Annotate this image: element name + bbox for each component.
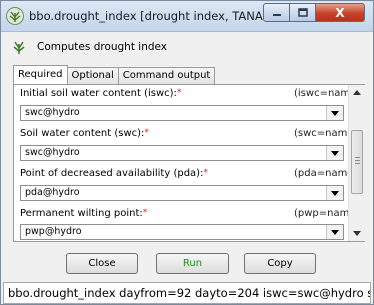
required-mark: *: [203, 168, 208, 178]
command-line-text: bbo.drought_index dayfrom=92 dayto=204 i…: [8, 286, 371, 300]
grass-app-icon: [6, 7, 24, 25]
iswc-value: swc@hydro: [25, 107, 80, 118]
required-mark: *: [142, 208, 148, 218]
close-icon: X: [335, 5, 345, 20]
run-button[interactable]: Run: [156, 253, 229, 274]
maximize-icon: [297, 8, 308, 17]
module-dialog-window: bbo.drought_index [drought index, TANABB…: [0, 0, 374, 305]
minimize-icon: [272, 13, 281, 16]
minimize-button[interactable]: [263, 3, 290, 22]
copy-button[interactable]: Copy: [244, 253, 316, 274]
panel-scrollbar[interactable]: [348, 85, 365, 241]
scroll-up-icon[interactable]: [349, 85, 365, 99]
pda-label: Point of decreased availability (pda):*: [20, 168, 208, 179]
tab-required[interactable]: Required: [13, 65, 68, 84]
scrollbar-thumb[interactable]: [351, 130, 363, 194]
caption-buttons: X: [263, 3, 369, 22]
close-button[interactable]: Close: [66, 253, 138, 274]
required-mark: *: [144, 128, 149, 138]
dropdown-arrow-icon[interactable]: [326, 106, 343, 120]
iswc-label: Initial soil water content (iswc):*: [20, 88, 181, 99]
swc-select[interactable]: swc@hydro: [20, 145, 344, 161]
module-description: Computes drought index: [37, 41, 168, 53]
iswc-select[interactable]: swc@hydro: [20, 105, 344, 121]
dropdown-arrow-icon[interactable]: [326, 186, 343, 200]
swc-label-text: Soil water content (swc):: [20, 128, 145, 139]
tab-optional[interactable]: Optional: [66, 67, 119, 84]
command-line-statusbar: bbo.drought_index dayfrom=92 dayto=204 i…: [3, 282, 371, 304]
title-bar[interactable]: bbo.drought_index [drought index, TANABB…: [1, 1, 373, 32]
maximize-button[interactable]: [290, 3, 316, 22]
pwp-label: Permanent wilting point:*: [20, 208, 147, 219]
pda-label-text: Point of decreased availability (pda):: [20, 168, 204, 179]
scroll-down-icon[interactable]: [349, 226, 365, 240]
pda-value: pda@hydro: [25, 187, 80, 198]
dropdown-arrow-icon[interactable]: [326, 225, 343, 239]
dropdown-arrow-icon[interactable]: [326, 146, 343, 160]
grass-module-icon: [13, 41, 25, 54]
pwp-select[interactable]: pwp@hydro: [20, 224, 344, 240]
pwp-value: pwp@hydro: [25, 226, 82, 237]
swc-value: swc@hydro: [25, 147, 80, 158]
pwp-label-text: Permanent wilting point:: [20, 208, 143, 219]
tab-bar: Required Optional Command output: [13, 65, 216, 84]
required-mark: *: [176, 88, 182, 98]
close-window-button[interactable]: X: [316, 3, 365, 22]
module-description-row: Computes drought index: [7, 37, 367, 59]
window-title: bbo.drought_index [drought index, TANABB…: [29, 9, 292, 23]
swc-label: Soil water content (swc):*: [20, 128, 149, 139]
required-tab-panel: Initial soil water content (iswc):* (isw…: [13, 84, 365, 242]
pda-select[interactable]: pda@hydro: [20, 185, 344, 201]
iswc-label-text: Initial soil water content (iswc):: [20, 88, 177, 99]
tab-command-output[interactable]: Command output: [117, 67, 216, 84]
